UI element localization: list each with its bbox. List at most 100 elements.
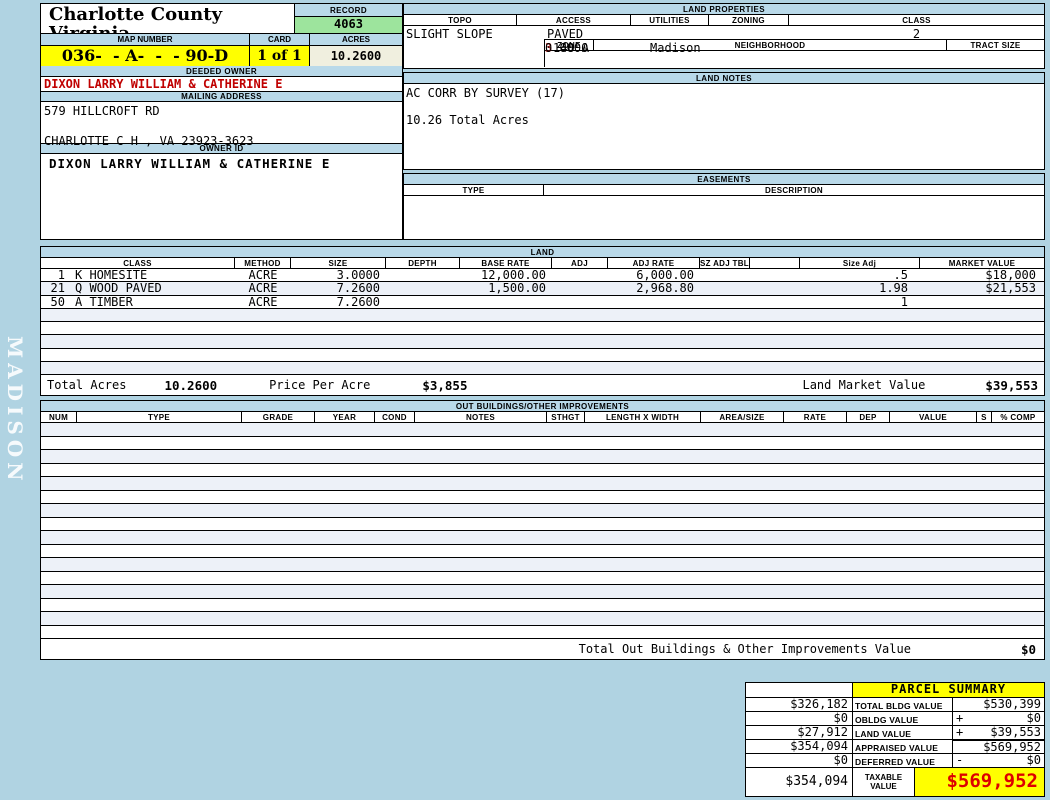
mailing-address-label: MAILING ADDRESS <box>41 91 402 102</box>
out-building-row <box>41 626 1044 639</box>
topo-header: TOPO <box>404 15 517 26</box>
ob-pct-comp-header: % COMP <box>992 412 1044 423</box>
neighborhood-header: NEIGHBORHOOD <box>594 40 947 51</box>
land-cell-size: 7.2600 <box>336 282 380 295</box>
land-row <box>41 335 1044 349</box>
land-base-rate-header: BASE RATE <box>460 258 552 269</box>
map-number-value: 036- - A- - - 90-D <box>41 46 249 66</box>
ob-sthgt-header: STHGT <box>547 412 585 423</box>
out-buildings-total-label: Total Out Buildings & Other Improvements… <box>578 642 911 656</box>
easements-panel: EASEMENTS TYPE DESCRIPTION <box>403 173 1045 240</box>
out-buildings-total-value: $0 <box>1020 641 1036 657</box>
land-depth-header: DEPTH <box>386 258 460 269</box>
record-block: RECORD 4063 <box>294 4 402 33</box>
land-cell-method: ACRE <box>248 282 278 295</box>
out-building-row <box>41 599 1044 612</box>
zoning-header: ZONING <box>709 15 789 26</box>
title-row: Charlotte County Virginia Commissioner o… <box>41 4 402 52</box>
land-row-class: Q WOOD PAVED <box>75 282 162 295</box>
land-adj-header: ADJ <box>552 258 608 269</box>
card-label: CARD <box>249 34 309 45</box>
summary-left-value: $354,094 <box>746 739 852 753</box>
land-cell-base-rate: 1,500.00 <box>488 282 546 295</box>
total-acres-label: Total Acres <box>47 378 127 392</box>
summary-right-cell: - $0 <box>952 753 1044 767</box>
land-properties-header-row: TOPO ACCESS UTILITIES ZONING CLASS <box>404 15 1044 26</box>
summary-operator <box>953 741 956 753</box>
price-per-acre-label: Price Per Acre <box>269 378 371 392</box>
summary-operator: + <box>956 725 964 739</box>
land-cell-adj-rate: 2,968.80 <box>636 282 694 295</box>
taxable-value-row: $354,094 TAXABLE VALUE $569,952 <box>746 767 1044 796</box>
land-table-title: LAND <box>41 247 1044 258</box>
land-row: 1 K HOMESITE ACRE 3.0000 12,000.00 6,000.00 .5… <box>41 269 1044 283</box>
land-notes-title: LAND NOTES <box>404 73 1044 84</box>
land-row-num: 50 <box>50 295 65 308</box>
summary-right-value: $530,399 <box>983 697 1041 711</box>
out-building-row <box>41 423 1044 437</box>
ob-value-header: VALUE <box>890 412 977 423</box>
easement-type-header: TYPE <box>404 185 544 196</box>
land-notes-panel: LAND NOTES AC CORR BY SURVEY (17) 10.26 … <box>403 72 1045 170</box>
out-building-row <box>41 545 1044 558</box>
summary-left-value: $326,182 <box>746 697 852 711</box>
land-table-header-row: CLASS METHOD SIZE DEPTH BASE RATE ADJ AD… <box>41 258 1044 269</box>
summary-label: TOTAL BLDG VALUE <box>852 697 952 711</box>
land-note-line-1: AC CORR BY SURVEY (17) <box>406 86 565 100</box>
acres-value: 10.2600 <box>309 46 402 66</box>
id-value-row: 036- - A- - - 90-D 1 of 1 10.2600 <box>41 46 402 66</box>
land-row <box>41 308 1044 322</box>
land-market-value: $39,553 <box>985 377 1038 393</box>
easements-header-row: TYPE DESCRIPTION <box>404 185 1044 196</box>
summary-left-value: $27,912 <box>746 725 852 739</box>
summary-label: APPRAISED VALUE <box>852 739 952 753</box>
summary-left-value: $0 <box>746 753 852 767</box>
ob-cond-header: COND <box>375 412 415 423</box>
zone-table: ZONE NEIGHBORHOOD TRACT SIZE 3 140 A Mad… <box>544 39 1044 67</box>
land-cell-size: 7.2600 <box>336 295 380 308</box>
summary-right-value: $569,952 <box>983 740 1041 753</box>
ob-year-header: YEAR <box>315 412 375 423</box>
summary-right-cell: + $39,553 <box>952 725 1044 739</box>
county-title-block: Charlotte County Virginia Commissioner o… <box>41 4 294 52</box>
summary-spacer-cell <box>746 683 852 697</box>
out-building-row <box>41 572 1044 585</box>
land-properties-values: SLIGHT SLOPE PAVED 2 ZONE NEIGHBORHOOD T… <box>404 26 1044 67</box>
record-label: RECORD <box>295 4 402 17</box>
summary-right-value: $0 <box>1026 711 1041 725</box>
ob-grade-header: GRADE <box>242 412 315 423</box>
land-cell-adj-rate: 6,000.00 <box>636 269 694 282</box>
easements-title: EASEMENTS <box>404 174 1044 185</box>
summary-right-cell: + $0 <box>952 711 1044 725</box>
access-header: ACCESS <box>517 15 631 26</box>
out-building-row <box>41 437 1044 450</box>
owner-id-value: DIXON LARRY WILLIAM & CATHERINE E <box>49 156 331 171</box>
ob-rate-header: RATE <box>784 412 847 423</box>
land-cell-market-value: $18,000 <box>985 269 1036 282</box>
summary-right-cell: $569,952 <box>952 739 1044 753</box>
land-row-num: 21 <box>50 282 65 295</box>
map-number-label: MAP NUMBER <box>41 34 249 45</box>
address-line-1: 579 HILLCROFT RD <box>44 104 160 118</box>
land-properties-panel: LAND PROPERTIES TOPO ACCESS UTILITIES ZO… <box>403 3 1045 69</box>
land-cell-class: 1 K HOMESITE <box>41 269 235 281</box>
ob-type-header: TYPE <box>77 412 242 423</box>
land-cell-class: 50 A TIMBER <box>41 296 235 308</box>
land-table-panel: LAND CLASS METHOD SIZE DEPTH BASE RATE A… <box>40 246 1045 396</box>
land-row: 21 Q WOOD PAVED ACRE 7.2600 1,500.00 2,968.80… <box>41 282 1044 296</box>
deeded-owner-value: DIXON LARRY WILLIAM & CATHERINE E <box>44 77 283 91</box>
owner-panel: Charlotte County Virginia Commissioner o… <box>40 3 403 240</box>
land-row <box>41 361 1044 375</box>
land-row: 50 A TIMBER ACRE 7.2600 1 <box>41 296 1044 309</box>
easement-description-header: DESCRIPTION <box>544 185 1044 196</box>
summary-label: LAND VALUE <box>852 725 952 739</box>
county-watermark: MADISON <box>3 336 27 486</box>
tract-size-header: TRACT SIZE <box>947 40 1044 51</box>
land-cell-market-value: $21,553 <box>985 282 1036 295</box>
land-table-body: 1 K HOMESITE ACRE 3.0000 12,000.00 6,000.00 .5… <box>41 269 1044 375</box>
out-building-row <box>41 531 1044 545</box>
summary-operator: + <box>956 711 964 725</box>
card-value: 1 of 1 <box>249 46 309 66</box>
out-building-row <box>41 477 1044 491</box>
land-market-value-label: Land Market Value <box>802 378 926 392</box>
